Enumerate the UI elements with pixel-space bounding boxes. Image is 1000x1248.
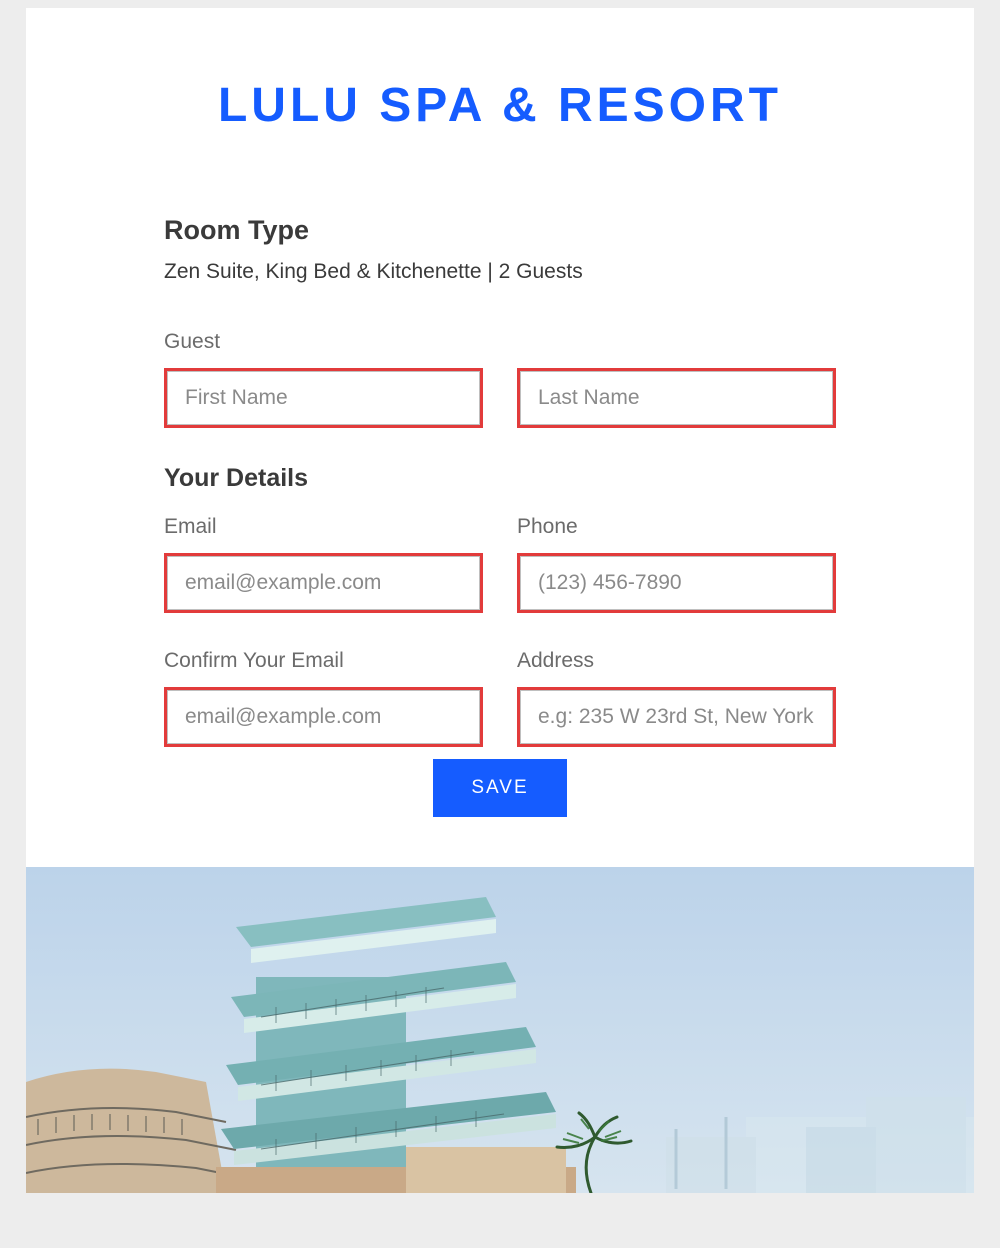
phone-col: Phone: [517, 515, 836, 613]
last-name-col: [517, 330, 836, 428]
guest-label-spacer: [517, 330, 836, 354]
first-name-input[interactable]: [164, 368, 483, 428]
room-type-heading: Room Type: [164, 215, 836, 246]
email-phone-row: Email Phone: [164, 515, 836, 613]
save-row: SAVE: [164, 759, 836, 817]
booking-card: LULU SPA & RESORT Room Type Zen Suite, K…: [26, 8, 974, 1193]
hero-image: [26, 867, 974, 1193]
save-button[interactable]: SAVE: [433, 759, 566, 817]
last-name-input[interactable]: [517, 368, 836, 428]
confirm-address-row: Confirm Your Email Address: [164, 649, 836, 747]
page-background-gap: [0, 1193, 1000, 1241]
address-input[interactable]: [517, 687, 836, 747]
phone-input[interactable]: [517, 553, 836, 613]
confirm-email-input[interactable]: [164, 687, 483, 747]
email-label: Email: [164, 515, 483, 539]
your-details-heading: Your Details: [164, 464, 836, 493]
page-title: LULU SPA & RESORT: [164, 78, 836, 133]
address-col: Address: [517, 649, 836, 747]
email-col: Email: [164, 515, 483, 613]
first-name-col: Guest: [164, 330, 483, 428]
email-input[interactable]: [164, 553, 483, 613]
guest-row: Guest: [164, 330, 836, 428]
form-content: LULU SPA & RESORT Room Type Zen Suite, K…: [26, 8, 974, 867]
confirm-email-col: Confirm Your Email: [164, 649, 483, 747]
phone-label: Phone: [517, 515, 836, 539]
address-label: Address: [517, 649, 836, 673]
confirm-email-label: Confirm Your Email: [164, 649, 483, 673]
room-type-description: Zen Suite, King Bed & Kitchenette | 2 Gu…: [164, 260, 836, 284]
guest-label: Guest: [164, 330, 483, 354]
